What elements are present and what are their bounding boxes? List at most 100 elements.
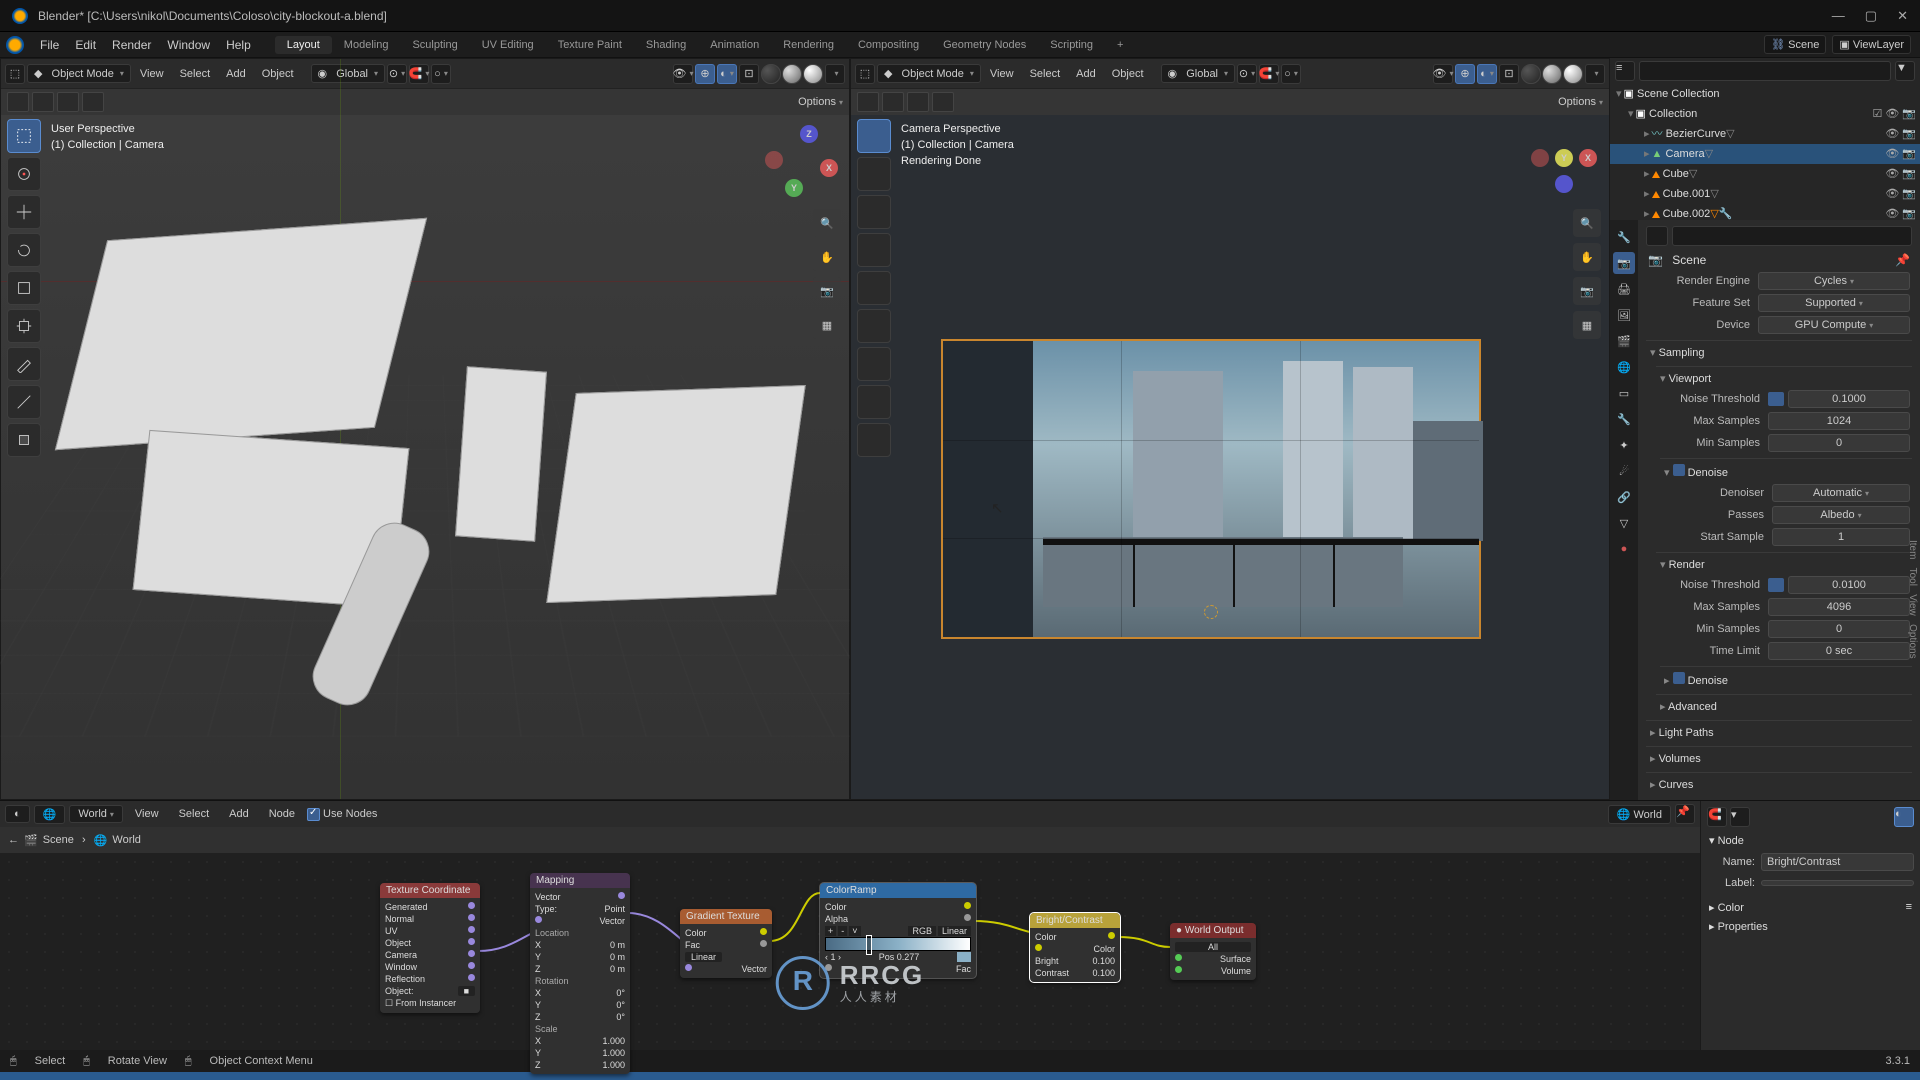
ne-menu-node[interactable]: Node [261, 808, 303, 820]
blender-icon[interactable] [6, 36, 24, 54]
outliner-item-beziercurve[interactable]: ▸〰 BezierCurve ▽👁📷 [1610, 124, 1920, 144]
feature-set-select[interactable]: Supported [1758, 294, 1910, 312]
snap-dropdown[interactable]: 🧲 [1259, 64, 1279, 84]
section-denoise-vp[interactable]: Denoise [1660, 461, 1912, 482]
tool-select-box[interactable] [857, 119, 891, 153]
visibility-dropdown[interactable]: 👁 [673, 64, 693, 84]
outliner-search-input[interactable] [1639, 61, 1891, 81]
ptab-tool-icon[interactable]: 🔧 [1613, 226, 1635, 248]
vp-menu-select[interactable]: Select [1023, 68, 1068, 80]
node-label-field[interactable] [1761, 880, 1914, 886]
nav-pan-icon[interactable]: ✋ [813, 243, 841, 271]
editor-type-dropdown[interactable]: ⬚ [855, 64, 875, 84]
tool-annotate[interactable] [7, 347, 41, 381]
outliner-item-cube-002[interactable]: ▸ Cube.002 ▽🔧👁📷 [1610, 204, 1920, 220]
max-samples-field[interactable]: 4096 [1768, 598, 1910, 616]
nav-perspective-icon[interactable]: ▦ [813, 311, 841, 339]
overlays-toggle[interactable]: ◐ [717, 64, 737, 84]
tool-cursor[interactable] [857, 157, 891, 191]
breadcrumb-world[interactable]: World [112, 834, 141, 846]
tool-cursor[interactable] [7, 157, 41, 191]
shading-options[interactable] [1585, 64, 1605, 84]
shader-type-dropdown[interactable]: 🌐 [34, 805, 66, 824]
section-denoise-render[interactable]: Denoise [1660, 669, 1912, 690]
nav-pan-icon[interactable]: ✋ [1573, 243, 1601, 271]
world-select[interactable]: World [69, 805, 123, 823]
vp-options[interactable]: Options [1558, 96, 1603, 108]
outliner-collection[interactable]: ▾▣ Collection☑👁📷 [1610, 104, 1920, 124]
menu-render[interactable]: Render [104, 38, 159, 52]
toolopt-2[interactable] [882, 92, 904, 112]
outliner-item-cube-001[interactable]: ▸ Cube.001 ▽👁📷 [1610, 184, 1920, 204]
noise-threshold-field[interactable]: 0.1000 [1788, 390, 1910, 408]
snap-options-dropdown[interactable]: ▾ [1730, 807, 1750, 827]
tool-select-box[interactable] [7, 119, 41, 153]
side-section-properties[interactable]: Properties [1718, 921, 1768, 933]
shading-modes[interactable] [1521, 64, 1583, 84]
tool-rotate[interactable] [857, 233, 891, 267]
passes-select[interactable]: Albedo [1772, 506, 1910, 524]
outliner[interactable]: ≡ ▼ ▾▣ Scene Collection ▾▣ Collection☑👁📷… [1610, 58, 1920, 220]
vp-menu-add[interactable]: Add [219, 68, 253, 80]
nav-camera-icon[interactable]: 📷 [813, 277, 841, 305]
section-curves[interactable]: Curves [1646, 775, 1912, 794]
world-datablock[interactable]: 🌐 World [1608, 805, 1671, 824]
vp-menu-object[interactable]: Object [255, 68, 301, 80]
tool-measure[interactable] [7, 385, 41, 419]
max-samples-field[interactable]: 1024 [1768, 412, 1910, 430]
vp-menu-select[interactable]: Select [173, 68, 218, 80]
section-volumes[interactable]: Volumes [1646, 749, 1912, 768]
start-sample-field[interactable]: 1 [1772, 528, 1910, 546]
ptab-scene-icon[interactable]: 🎬 [1613, 330, 1635, 352]
ptab-material-icon[interactable]: ● [1613, 538, 1635, 560]
ptab-physics-icon[interactable]: ☄ [1613, 460, 1635, 482]
snap-dropdown[interactable]: 🧲 [409, 64, 429, 84]
proportional-dropdown[interactable]: ○ [1281, 64, 1301, 84]
tool-scale[interactable] [857, 271, 891, 305]
nav-gizmo[interactable]: Y Z X [765, 119, 843, 197]
proportional-dropdown[interactable]: ○ [431, 64, 451, 84]
noise-threshold-checkbox[interactable] [1768, 578, 1784, 592]
toolopt-4[interactable] [82, 92, 104, 112]
tool-add-cube[interactable] [7, 423, 41, 457]
tool-transform[interactable] [857, 309, 891, 343]
noise-threshold-field[interactable]: 0.0100 [1788, 576, 1910, 594]
min-samples-field[interactable]: 0 [1768, 434, 1910, 452]
shader-node-editor[interactable]: ◐ 🌐 World View Select Add Node Use Nodes… [0, 801, 1700, 1050]
tool-measure[interactable] [857, 385, 891, 419]
shading-options[interactable] [825, 64, 845, 84]
denoiser-select[interactable]: Automatic [1772, 484, 1910, 502]
outliner-root[interactable]: ▾▣ Scene Collection [1610, 84, 1920, 104]
tab-animation[interactable]: Animation [698, 36, 771, 54]
node-mapping[interactable]: Mapping Vector Type:Point Vector Locatio… [530, 873, 630, 1074]
node-gradient-texture[interactable]: Gradient Texture Color Fac Linear Vector [680, 909, 772, 978]
pivot-dropdown[interactable]: ⊙ [1237, 64, 1257, 84]
outliner-item-cube[interactable]: ▸ Cube ▽👁📷 [1610, 164, 1920, 184]
section-light-paths[interactable]: Light Paths [1646, 723, 1912, 742]
shading-material-icon[interactable] [782, 64, 802, 84]
tab-uv-editing[interactable]: UV Editing [470, 36, 546, 54]
ptab-render-icon[interactable]: 📷 [1613, 252, 1635, 274]
mode-dropdown[interactable]: ◆ Object Mode [877, 64, 981, 83]
vp-menu-add[interactable]: Add [1069, 68, 1103, 80]
tab-compositing[interactable]: Compositing [846, 36, 931, 54]
3d-viewport-right[interactable]: ⬚ ◆ Object Mode View Select Add Object ◉… [850, 58, 1610, 800]
shading-modes[interactable] [761, 64, 823, 84]
ptab-data-icon[interactable]: ▽ [1613, 512, 1635, 534]
node-world-output[interactable]: ● World Output All Surface Volume [1170, 923, 1256, 980]
menu-edit[interactable]: Edit [67, 38, 104, 52]
close-button[interactable]: ✕ [1897, 8, 1908, 24]
tool-move[interactable] [7, 195, 41, 229]
vp-menu-view[interactable]: View [983, 68, 1021, 80]
nav-zoom-icon[interactable]: 🔍 [813, 209, 841, 237]
outliner-display-dropdown[interactable]: ≡ [1615, 61, 1635, 81]
min-samples-field[interactable]: 0 [1768, 620, 1910, 638]
time-limit-field[interactable]: 0 sec [1768, 642, 1910, 660]
ptab-particles-icon[interactable]: ✦ [1613, 434, 1635, 456]
mode-dropdown[interactable]: ◆ Object Mode [27, 64, 131, 83]
section-render[interactable]: Render [1656, 555, 1912, 574]
section-viewport[interactable]: Viewport [1656, 369, 1912, 388]
props-search-input[interactable] [1672, 226, 1912, 246]
gizmo-toggle[interactable]: ⊕ [1455, 64, 1475, 84]
outliner-filter-icon[interactable]: ▼ [1895, 61, 1915, 81]
